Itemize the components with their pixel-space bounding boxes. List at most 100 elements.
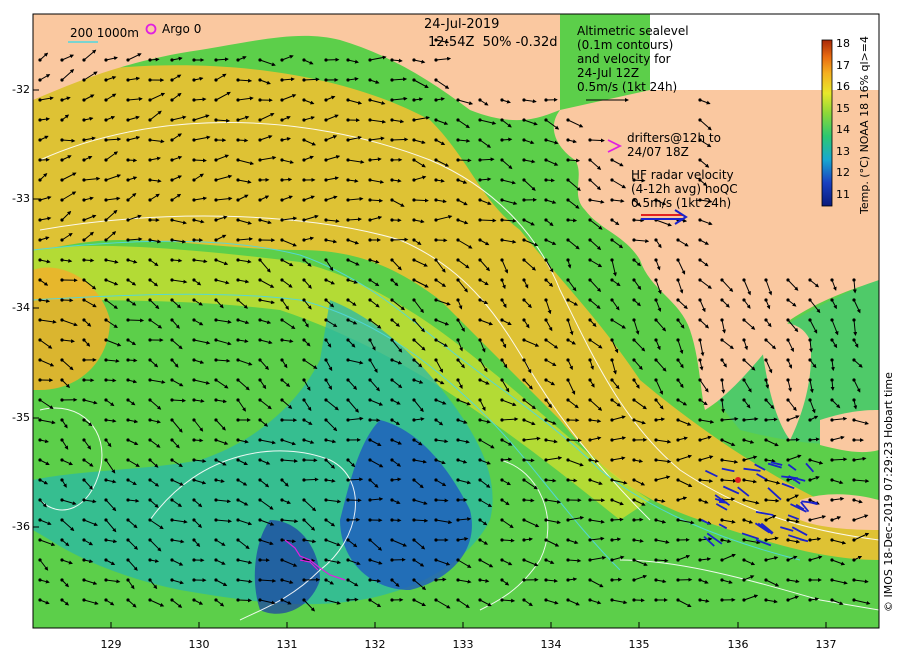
velocity-arrow-origin [830,318,834,322]
velocity-arrow-origin [830,418,834,422]
velocity-arrow-origin [368,518,372,522]
velocity-arrow-origin [676,298,680,302]
velocity-arrow-origin [60,398,64,402]
velocity-arrow-origin [302,338,306,342]
velocity-arrow-origin [676,498,680,502]
velocity-arrow-origin [654,538,658,542]
velocity-arrow-origin [522,558,526,562]
velocity-arrow-origin [742,478,746,482]
velocity-arrow-origin [38,58,42,62]
velocity-arrow-origin [786,458,790,462]
velocity-arrow-origin [258,598,262,602]
velocity-arrow-origin [698,458,702,462]
velocity-arrow-origin [588,198,592,202]
velocity-arrow-origin [214,458,218,462]
velocity-arrow-origin [522,278,526,282]
velocity-arrow-origin [368,158,372,162]
velocity-arrow-origin [390,558,394,562]
velocity-arrow-origin [258,358,262,362]
velocity-arrow-origin [610,278,614,282]
altimetry-line: 0.5m/s (1kt 24h) [577,80,678,94]
velocity-arrow-origin [126,418,130,422]
velocity-arrow-origin [786,558,790,562]
velocity-arrow-origin [390,98,394,102]
velocity-arrow-origin [676,478,680,482]
velocity-arrow-origin [148,498,152,502]
velocity-arrow-origin [390,218,394,222]
map-plot-area [33,14,879,628]
velocity-arrow-origin [82,158,86,162]
velocity-arrow-origin [610,158,614,162]
velocity-arrow-origin [368,218,372,222]
velocity-arrow-origin [390,178,394,182]
velocity-arrow-origin [170,538,174,542]
velocity-arrow-origin [126,178,130,182]
velocity-arrow-origin [456,218,460,222]
velocity-arrow-origin [632,518,636,522]
velocity-arrow-origin [82,438,86,442]
velocity-arrow-origin [148,378,152,382]
velocity-arrow-origin [192,178,196,182]
velocity-arrow-origin [654,438,658,442]
velocity-arrow-origin [742,578,746,582]
velocity-arrow-origin [852,518,856,522]
velocity-arrow-origin [434,278,438,282]
velocity-arrow-origin [566,158,570,162]
velocity-arrow-origin [632,398,636,402]
velocity-arrow-origin [852,438,856,442]
velocity-arrow-origin [170,98,174,102]
velocity-arrow-origin [500,238,504,242]
velocity-arrow-origin [38,338,42,342]
velocity-arrow-origin [676,398,680,402]
velocity-arrow-origin [764,558,768,562]
velocity-arrow-origin [60,478,64,482]
velocity-arrow-origin [830,498,834,502]
velocity-arrow-origin [236,558,240,562]
velocity-arrow-origin [632,418,636,422]
velocity-arrow-origin [544,518,548,522]
velocity-arrow-origin [258,298,262,302]
velocity-arrow-origin [720,538,724,542]
velocity-arrow-origin [742,538,746,542]
velocity-arrow-origin [258,518,262,522]
velocity-arrow-origin [192,138,196,142]
velocity-arrow-origin [566,498,570,502]
velocity-arrow-origin [38,578,42,582]
velocity-arrow-origin [192,498,196,502]
velocity-arrow-origin [236,258,240,262]
velocity-arrow-origin [808,538,812,542]
velocity-arrow-origin [346,78,350,82]
velocity-arrow-origin [280,358,284,362]
velocity-arrow-origin [192,358,196,362]
velocity-arrow-origin [60,178,64,182]
velocity-arrow-origin [742,298,746,302]
velocity-arrow-origin [456,558,460,562]
velocity-arrow-origin [588,298,592,302]
velocity-arrow-origin [654,358,658,362]
velocity-arrow-origin [368,298,372,302]
velocity-arrow-origin [170,498,174,502]
velocity-arrow-origin [852,278,856,282]
velocity-arrow-origin [764,498,768,502]
velocity-arrow-origin [60,58,64,62]
velocity-arrow-origin [236,418,240,422]
velocity-arrow-origin [478,358,482,362]
x-tick-label: 131 [276,638,298,651]
velocity-arrow-origin [214,78,218,82]
velocity-arrow-origin [588,498,592,502]
velocity-arrow-origin [720,278,724,282]
velocity-arrow-origin [434,418,438,422]
velocity-arrow-origin [214,138,218,142]
hf-radar-legend: HF radar velocity (4-12h avg) noQC 0.5m/… [631,168,738,210]
velocity-arrow-origin [654,238,658,242]
velocity-arrow-origin [302,238,306,242]
colorbar-tick-label: 13 [836,144,850,158]
velocity-arrow-origin [368,478,372,482]
velocity-arrow [391,237,409,242]
velocity-arrow-origin [830,518,834,522]
velocity-arrow-origin [522,338,526,342]
velocity-arrow-origin [214,558,218,562]
velocity-arrow-origin [346,518,350,522]
velocity-arrow-origin [82,418,86,422]
velocity-arrow-origin [368,258,372,262]
